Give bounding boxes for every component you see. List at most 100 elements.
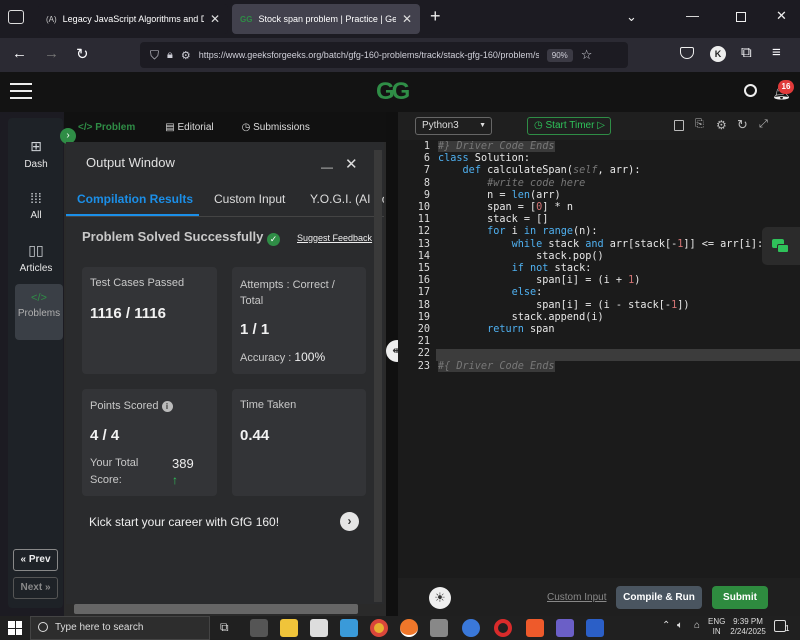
sidebar-item-problems[interactable]: </> Problems: [15, 284, 63, 340]
submit-button[interactable]: Submit: [712, 586, 768, 609]
permissions-icon[interactable]: ⚙: [181, 49, 191, 62]
lang-line2: IN: [712, 627, 721, 636]
settings-icon[interactable]: ⚙: [716, 118, 727, 132]
close-icon[interactable]: ✕: [402, 12, 412, 26]
reset-icon[interactable]: ↻: [737, 117, 748, 133]
test-cases-value: 1116 / 1116: [90, 305, 166, 322]
chrome-icon[interactable]: [370, 619, 388, 637]
sidebar-item-label: All: [30, 210, 42, 221]
file-icon[interactable]: ⎘: [695, 118, 704, 131]
points-label: Points Scored i: [90, 400, 173, 412]
tray-chevron-icon[interactable]: ⌃: [662, 620, 670, 631]
code-content[interactable]: #} Driver Code Ends class Solution: def …: [438, 141, 763, 373]
file-explorer-icon[interactable]: [280, 619, 298, 637]
menu-icon[interactable]: ≡: [772, 44, 781, 61]
shield-icon[interactable]: ⛉: [150, 48, 159, 63]
tab-separator: [66, 216, 384, 217]
grid-icon: ⁞⁞⁞: [30, 190, 42, 206]
forward-icon[interactable]: →: [44, 45, 59, 62]
task-view-icon[interactable]: ⧉: [220, 620, 229, 635]
suggest-feedback-link[interactable]: Suggest Feedback: [297, 233, 372, 243]
reload-icon[interactable]: ↻: [76, 45, 89, 63]
tab-list-icon[interactable]: [8, 10, 24, 24]
url-bar[interactable]: ⛉ 🔒︎ ⚙ https://www.geeksforgeeks.org/bat…: [140, 42, 628, 68]
kickstart-banner[interactable]: Kick start your career with GfG 160!: [89, 515, 279, 529]
network-icon[interactable]: ⌂: [694, 620, 700, 631]
minimize-icon[interactable]: —: [686, 8, 699, 23]
timer-label: Start Timer: [545, 120, 595, 131]
theme-toggle-icon[interactable]: ☀: [429, 587, 451, 609]
teams-icon[interactable]: [556, 619, 574, 637]
tab-yogi-ai-bot[interactable]: Y.O.G.I. (AI Bot): [310, 192, 384, 206]
tab-title: Stock span problem | Practice | Geeksfor…: [258, 14, 396, 24]
chrome-alt-icon[interactable]: [462, 619, 480, 637]
profile-avatar[interactable]: K: [710, 46, 726, 62]
app-icon[interactable]: [430, 619, 448, 637]
firefox-icon[interactable]: [400, 619, 418, 637]
gfg-logo[interactable]: GG: [376, 78, 410, 106]
close-window-icon[interactable]: ✕: [345, 155, 358, 173]
tab-custom-input[interactable]: Custom Input: [214, 192, 285, 206]
tab-compilation-results[interactable]: Compilation Results: [77, 192, 193, 206]
language-indicator[interactable]: ENG IN: [708, 617, 725, 637]
chevron-down-icon[interactable]: ⌄: [626, 9, 637, 25]
close-icon[interactable]: ✕: [210, 12, 220, 26]
window-close-icon[interactable]: ✕: [776, 8, 787, 24]
taskbar-search[interactable]: Type here to search: [30, 616, 210, 640]
custom-input-link[interactable]: Custom Input: [547, 592, 606, 603]
extensions-icon[interactable]: ⧉: [741, 44, 752, 61]
clock-icon: ◷: [241, 121, 254, 133]
zoom-badge[interactable]: 90%: [546, 48, 573, 62]
points-value: 4 / 4: [90, 427, 120, 444]
chevron-right-icon[interactable]: ›: [340, 512, 359, 531]
search-icon[interactable]: [744, 84, 757, 97]
tab-stock-span[interactable]: GG Stock span problem | Practice | Geeks…: [232, 4, 420, 34]
total-score-value: 389: [172, 456, 194, 471]
star-icon[interactable]: ☆: [581, 47, 593, 63]
hamburger-icon[interactable]: [10, 83, 32, 99]
chat-icon[interactable]: [762, 227, 800, 265]
compile-run-button[interactable]: Compile & Run: [616, 586, 702, 609]
accuracy-label: Accuracy :: [240, 352, 292, 364]
new-tab-button[interactable]: +: [430, 6, 441, 27]
sidebar-item-dash[interactable]: ⊞ Dash: [13, 130, 59, 170]
tab-submissions[interactable]: ◷ Submissions: [242, 122, 310, 133]
minimize-window-icon[interactable]: —: [321, 160, 333, 174]
code-icon: </>: [31, 292, 47, 304]
mail-icon[interactable]: [310, 619, 328, 637]
sidebar-item-articles[interactable]: ▯▯ Articles: [13, 234, 59, 274]
tab-title: Legacy JavaScript Algorithms and Data St…: [62, 14, 204, 24]
volume-icon[interactable]: 🔈︎: [677, 620, 683, 631]
sidebar-item-all[interactable]: ⁞⁞⁞ All: [13, 182, 59, 221]
brave-icon[interactable]: [526, 619, 544, 637]
lock-icon[interactable]: 🔒︎: [167, 49, 173, 62]
prev-button[interactable]: « Prev: [13, 549, 58, 571]
clock[interactable]: 9:39 PM 2/24/2025: [728, 617, 768, 637]
opera-icon[interactable]: [494, 619, 512, 637]
tab-editorial[interactable]: ▤ Editorial: [165, 122, 213, 133]
store-icon[interactable]: [340, 619, 358, 637]
editorial-icon: ▤: [165, 121, 178, 133]
tab-problem[interactable]: </> Problem: [78, 122, 135, 133]
clock-time: 9:39 PM: [733, 617, 763, 626]
info-icon[interactable]: i: [161, 401, 173, 412]
word-icon[interactable]: [586, 619, 604, 637]
fullscreen-icon[interactable]: ⤢: [759, 118, 768, 131]
back-icon[interactable]: ←: [12, 45, 27, 62]
restore-icon[interactable]: [736, 12, 746, 22]
windows-start-icon[interactable]: [8, 621, 22, 635]
panel-divider[interactable]: [386, 112, 398, 618]
horizontal-scrollbar[interactable]: [74, 604, 358, 614]
copy-icon[interactable]: [674, 120, 684, 131]
calculator-icon[interactable]: [250, 619, 268, 637]
arrow-up-icon: ↑: [172, 473, 178, 487]
dashboard-icon: ⊞: [30, 138, 42, 154]
start-timer-button[interactable]: ◷ Start Timer ▷: [527, 117, 611, 135]
vertical-scrollbar[interactable]: [374, 150, 382, 602]
tab-legacy-js[interactable]: (A) Legacy JavaScript Algorithms and Dat…: [38, 4, 228, 34]
attempts-label: Attempts : Correct / Total: [240, 279, 335, 307]
language-select[interactable]: Python3 ▼: [415, 117, 492, 135]
play-icon: ▷: [594, 120, 605, 131]
accuracy-value: 100%: [294, 350, 326, 364]
next-button[interactable]: Next »: [13, 577, 58, 599]
